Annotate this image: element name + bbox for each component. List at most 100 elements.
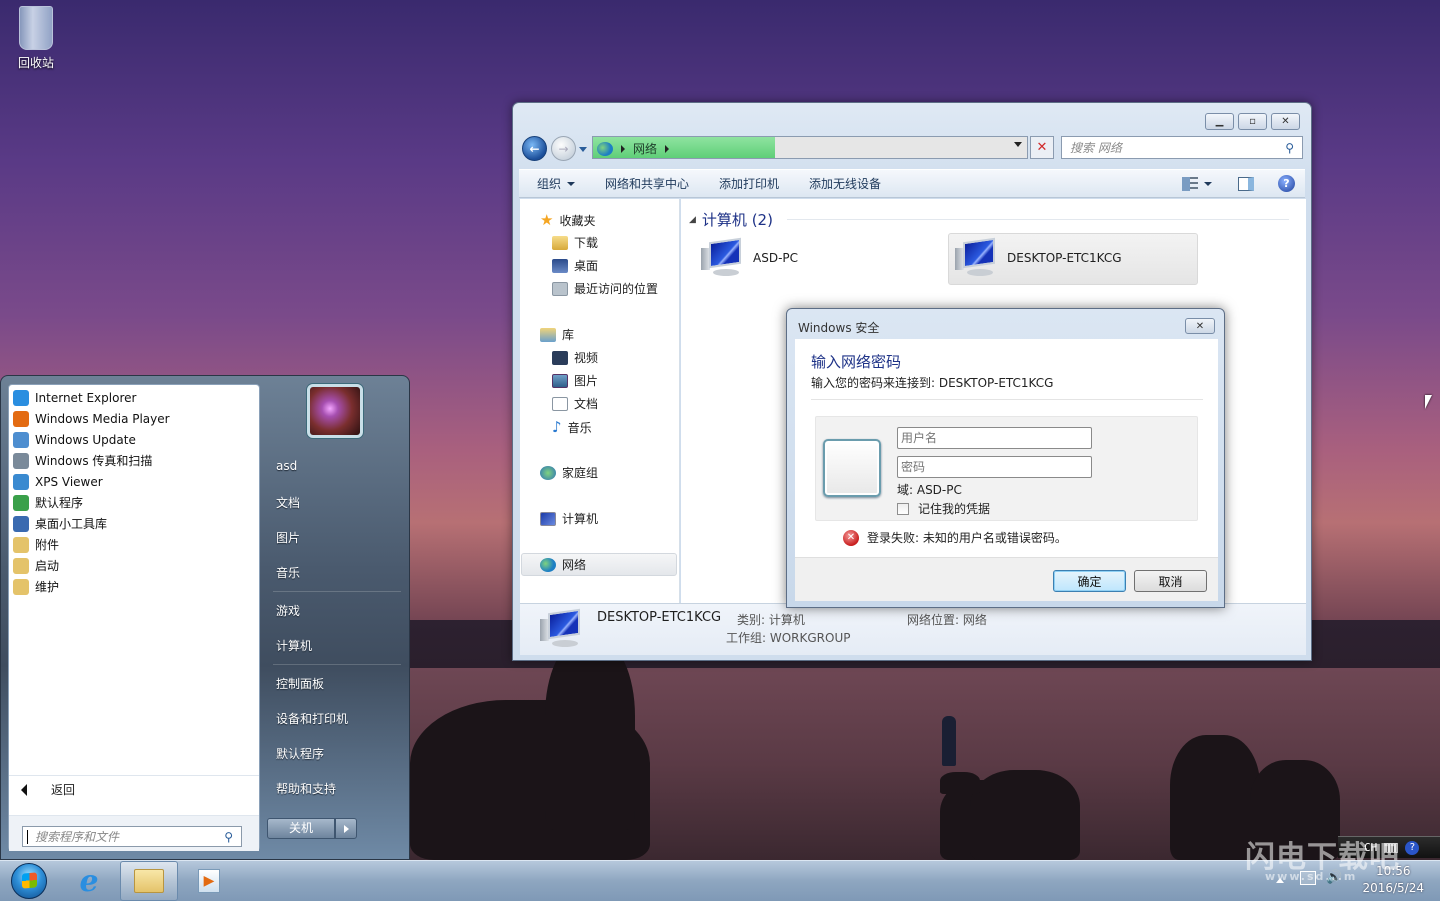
shutdown-options-button[interactable] [335,818,357,839]
start-search-input[interactable]: 搜索程序和文件 ⚲ [22,826,242,847]
computer-name: ASD-PC [753,251,799,265]
nav-homegroup[interactable]: 家庭组 [540,464,598,481]
remember-credentials-checkbox[interactable]: 记住我的凭据 [897,500,990,517]
program-item[interactable]: Windows Update [9,429,259,450]
start-item-devices-printers[interactable]: 设备和打印机 [276,710,348,727]
start-item-default-programs[interactable]: 默认程序 [276,745,324,762]
help-icon[interactable]: ? [1405,840,1420,855]
taskbar-explorer-active[interactable] [120,861,178,901]
maximize-button[interactable]: ▫ [1238,113,1267,130]
search-icon: ⚲ [1285,140,1294,155]
nav-recent-places[interactable]: 最近访问的位置 [552,280,658,297]
back-button[interactable]: 返回 [9,775,259,803]
username-field[interactable] [897,427,1092,449]
minimize-button[interactable]: ▁ [1205,113,1234,130]
address-history-dropdown[interactable] [1014,142,1022,147]
search-input[interactable]: 搜索 网络 ⚲ [1061,136,1303,159]
chevron-down-icon [1204,181,1212,186]
add-printer-button[interactable]: 添加打印机 [719,175,779,192]
password-field[interactable] [897,456,1092,478]
program-item[interactable]: 启动 [9,555,259,576]
shutdown-button[interactable]: 关机 [267,818,335,839]
stop-button[interactable]: ✕ [1030,136,1054,159]
videos-icon [552,350,568,365]
nav-network[interactable]: 网络 [540,556,586,573]
help-icon: ? [1278,175,1295,192]
wallpaper-rock [970,770,1080,860]
mouse-cursor [1425,395,1432,409]
program-item[interactable]: 维护 [9,576,259,597]
taskbar-internet-explorer[interactable]: e [60,861,118,901]
program-item[interactable]: Internet Explorer [9,387,259,408]
nav-videos[interactable]: 视频 [552,349,598,366]
recent-places-icon [552,281,568,296]
nav-documents[interactable]: 文档 [552,395,598,412]
documents-icon [552,396,568,411]
nav-pictures[interactable]: 图片 [552,372,598,389]
group-header-computers[interactable]: ◢ 计算机 (2) [689,209,1289,230]
windows-update-icon [13,431,29,448]
divider [273,664,401,665]
recycle-bin-shortcut[interactable]: 回收站 [10,6,62,71]
nav-libraries[interactable]: 库 [540,326,574,343]
start-item-games[interactable]: 游戏 [276,602,300,619]
program-item[interactable]: Windows 传真和扫描 [9,450,259,471]
recent-pages-dropdown[interactable] [579,147,587,152]
folder-icon [13,557,29,574]
nav-computer[interactable]: 计算机 [540,510,598,527]
default-programs-icon [13,494,29,511]
computer-item-selected[interactable]: DESKTOP-ETC1KCG [953,237,1122,278]
nav-favorites[interactable]: ★ 收藏夹 [540,211,595,229]
start-menu-programs-pane: Internet Explorer Windows Media Player Win… [8,384,260,851]
program-item[interactable]: 桌面小工具库 [9,513,259,534]
program-item[interactable]: 默认程序 [9,492,259,513]
wallpaper-person [942,716,956,766]
network-sharing-center-button[interactable]: 网络和共享中心 [605,175,689,192]
program-label: Windows 传真和扫描 [35,454,153,468]
change-view-button[interactable] [1182,176,1212,191]
ok-button[interactable]: 确定 [1053,570,1126,592]
organize-menu[interactable]: 组织 [537,175,576,192]
cancel-button[interactable]: 取消 [1134,570,1207,592]
start-item-control-panel[interactable]: 控制面板 [276,675,324,692]
homegroup-icon [540,465,556,480]
program-item[interactable]: 附件 [9,534,259,555]
start-item-user[interactable]: asd [276,459,297,473]
program-label: 启动 [35,559,60,573]
program-item[interactable]: XPS Viewer [9,471,259,492]
start-item-help[interactable]: 帮助和支持 [276,780,336,797]
address-bar[interactable]: 网络 [592,136,1028,159]
fax-scan-icon [13,452,29,469]
close-icon: ✕ [1281,116,1290,127]
forward-button[interactable]: → [551,136,576,161]
close-button[interactable]: ✕ [1271,113,1300,130]
preview-pane-button[interactable] [1238,176,1254,191]
nav-downloads[interactable]: 下载 [552,234,598,251]
user-avatar[interactable] [307,384,363,438]
start-item-computer[interactable]: 计算机 [276,637,312,654]
breadcrumb-separator[interactable] [665,144,670,153]
minimize-icon: ▁ [1215,116,1224,127]
breadcrumb-network[interactable]: 网络 [633,140,657,157]
taskbar-media-player[interactable]: ▶ [180,861,238,901]
error-text: 登录失败: 未知的用户名或错误密码。 [867,531,1067,545]
media-player-icon [13,410,29,427]
start-item-pictures[interactable]: 图片 [276,529,300,546]
dialog-close-button[interactable]: ✕ [1185,318,1215,334]
start-button[interactable] [0,861,58,901]
add-wireless-device-button[interactable]: 添加无线设备 [809,175,881,192]
help-button[interactable]: ? [1278,175,1295,192]
details-pane: DESKTOP-ETC1KCG 类别: 计算机 工作组: WORKGROUP 网… [520,603,1306,655]
error-message: ✕ 登录失败: 未知的用户名或错误密码。 [843,529,1067,546]
start-item-music[interactable]: 音乐 [276,564,300,581]
program-item[interactable]: Windows Media Player [9,408,259,429]
view-icon [1182,176,1198,191]
chevron-down-icon [567,181,576,186]
wallpaper-rock [940,772,980,794]
nav-desktop[interactable]: 桌面 [552,257,598,274]
nav-music[interactable]: ♪ 音乐 [552,418,592,436]
music-note-icon: ♪ [552,418,562,436]
start-item-documents[interactable]: 文档 [276,494,300,511]
back-button[interactable]: ← [522,136,547,161]
computer-item[interactable]: ASD-PC [699,237,799,278]
